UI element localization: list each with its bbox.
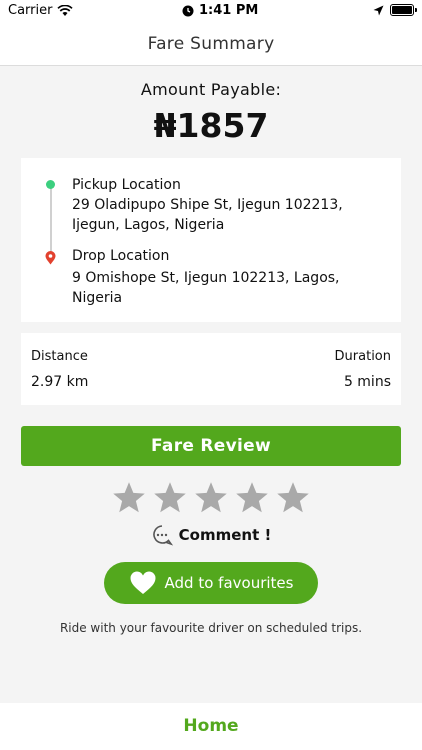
comment-button[interactable]: Comment ! [0,524,422,546]
status-time: 1:41 PM [199,3,259,18]
heart-icon [130,571,156,594]
status-left: Carrier [8,3,74,18]
rating-stars [111,480,311,518]
drop-title: Drop Location [72,248,170,264]
drop-pin-icon [45,251,56,265]
home-button[interactable]: Home [0,716,422,736]
star-icon[interactable] [193,480,229,516]
page-header: Fare Summary [0,22,422,66]
battery-icon [390,4,417,16]
pickup-title: Pickup Location [72,177,181,193]
star-icon[interactable] [152,480,188,516]
star-icon[interactable] [234,480,270,516]
comment-icon [152,525,173,546]
alarm-icon [182,5,194,16]
add-to-favourites-label: Add to favourites [164,574,294,592]
amount-label: Amount Payable: [140,80,282,99]
pickup-dot-icon [46,180,55,189]
pickup-address: 29 Oladipupo Shipe St, Ijegun 102213, Ij… [72,197,343,233]
route-line [50,188,52,258]
drop-address: 9 Omishope St, Ijegun 102213, Lagos, Nig… [72,270,340,306]
distance-label: Distance [31,349,88,364]
distance-value: 2.97 km [31,374,89,390]
status-bar: Carrier 1:41 PM [0,0,422,22]
star-icon[interactable] [275,480,311,516]
location-arrow-icon [373,5,384,15]
status-center: 1:41 PM [182,3,258,18]
duration-value: 5 mins [343,374,391,390]
amount-value: ₦1857 [153,106,269,145]
add-to-favourites-button[interactable]: Add to favourites [104,562,318,604]
wifi-icon [57,4,74,16]
comment-label: Comment ! [178,526,272,544]
page-title: Fare Summary [147,33,275,54]
status-right [373,4,417,16]
favourites-note: Ride with your favourite driver on sched… [59,621,363,635]
duration-label: Duration [334,349,391,364]
trip-info-card: Distance 2.97 km Duration 5 mins [21,333,401,405]
carrier-label: Carrier [8,3,53,18]
bottom-bar: Home [0,703,422,750]
fare-review-button[interactable]: Fare Review [21,426,401,466]
route-card: Pickup Location 29 Oladipupo Shipe St, I… [21,158,401,322]
star-icon[interactable] [111,480,147,516]
